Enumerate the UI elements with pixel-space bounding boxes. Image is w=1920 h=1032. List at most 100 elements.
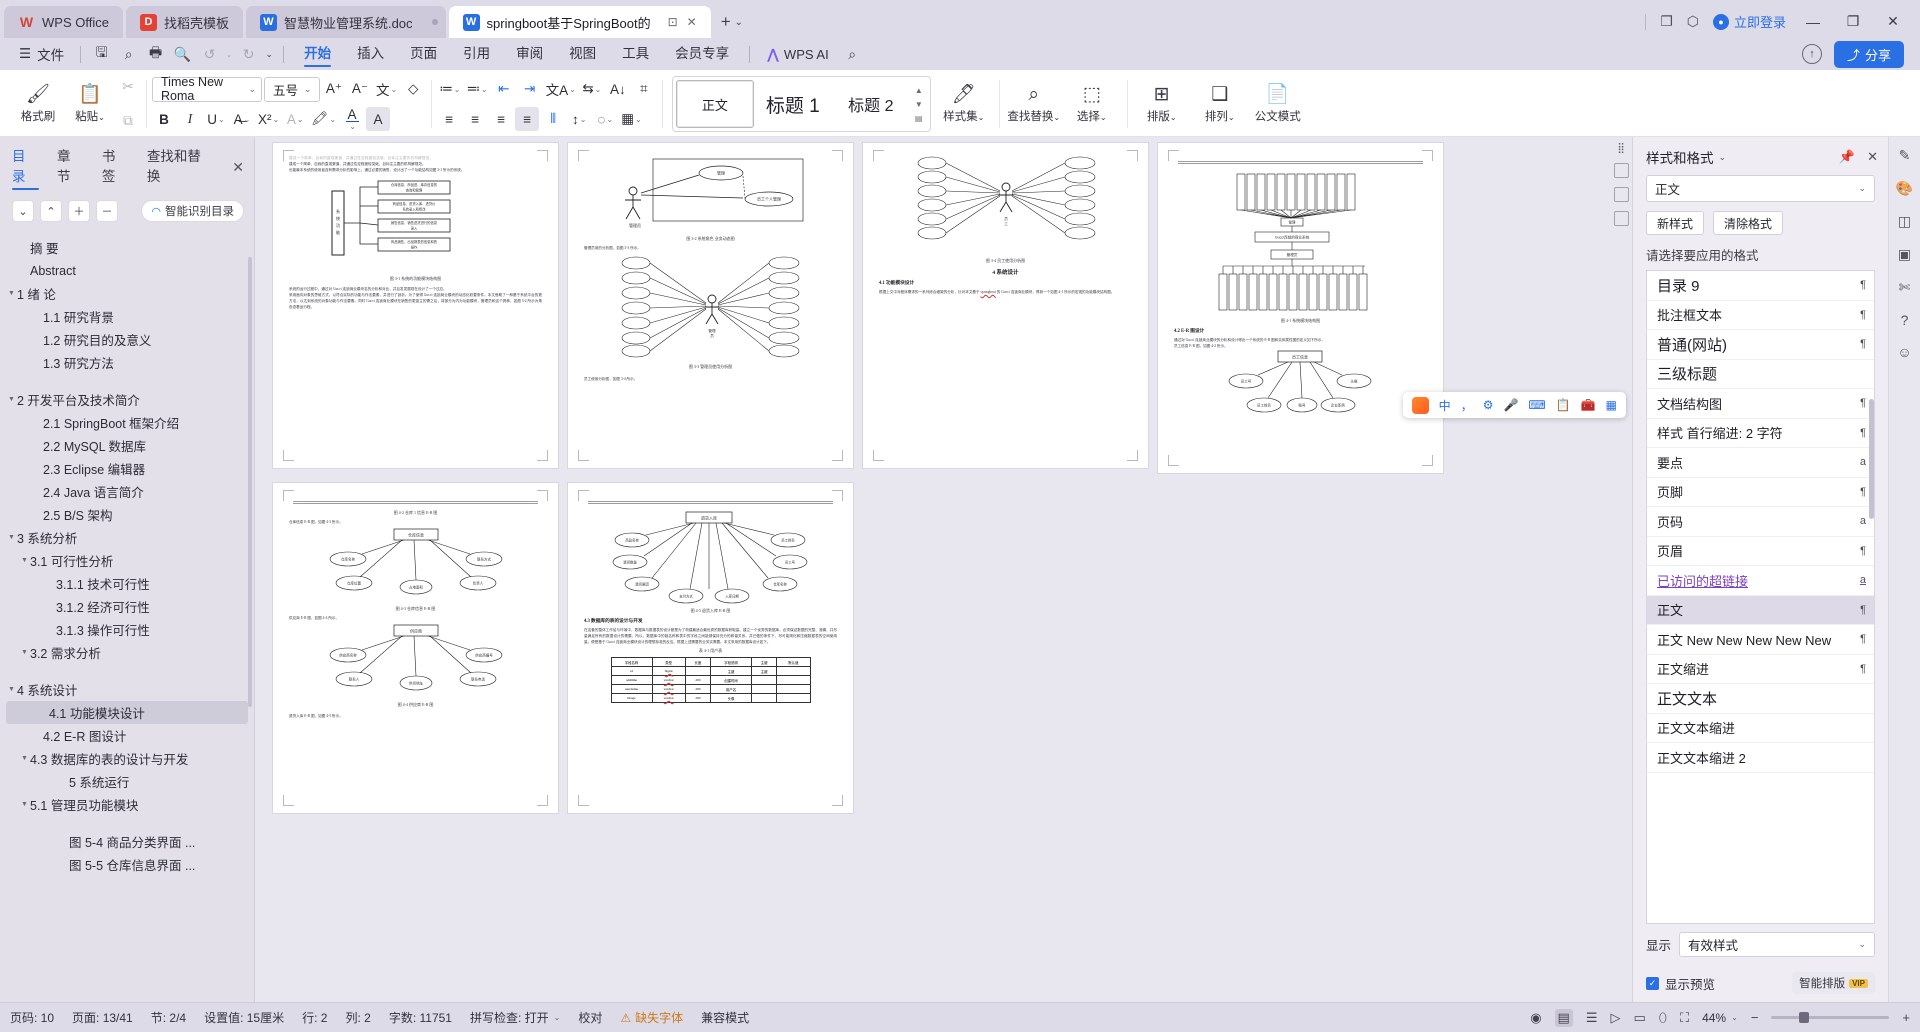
toc-item-12[interactable]: 2.5 B/S 架构 <box>0 503 254 526</box>
distribute-text-icon[interactable]: ⦀ <box>541 107 565 131</box>
close-icon[interactable]: ✕ <box>1867 149 1878 165</box>
style-gallery[interactable]: 正文 标题 1 标题 2 ▲ ▼ ▤ <box>671 76 931 132</box>
page-layout-icon[interactable]: ▤ <box>1554 1008 1573 1027</box>
clear-format-button[interactable]: 清除格式 <box>1713 211 1784 235</box>
highlight-button[interactable]: 🖍 ⌄ <box>309 107 338 131</box>
share-button[interactable]: ⤴ 分享 <box>1833 40 1904 68</box>
toc-item-7[interactable]: ▼ 2 开发平台及技术简介 <box>0 388 254 411</box>
cube-icon[interactable]: ⬡ <box>1687 13 1699 30</box>
style-item-0[interactable]: 目录 9 ¶ <box>1647 271 1874 301</box>
customize-caret-icon[interactable]: ⌄ <box>262 49 276 60</box>
toc-item-28[interactable]: 图 5-5 仓库信息界面 ... <box>0 853 254 876</box>
menu-item-home[interactable]: 开始 <box>291 39 344 69</box>
show-preview-checkbox[interactable]: ✓ <box>1646 976 1659 990</box>
shading-icon[interactable]: ◌ ⌄ <box>593 107 617 131</box>
nav-tab-chapters[interactable]: 章节 <box>57 145 84 190</box>
new-style-button[interactable]: 新样式 <box>1646 211 1705 235</box>
status-proof[interactable]: 校对 <box>578 1009 602 1026</box>
picture-icon[interactable]: ▣ <box>1898 246 1911 263</box>
mic-icon[interactable]: 🎤 <box>1503 398 1518 412</box>
style-item-10[interactable]: 已访问的超链接 a <box>1647 566 1874 596</box>
borders-icon[interactable]: ▦ ⌄ <box>619 107 643 131</box>
style-item-3[interactable]: 三级标题 <box>1647 360 1874 389</box>
toc-item-10[interactable]: 2.3 Eclipse 编辑器 <box>0 457 254 480</box>
gallery-expand-icon[interactable]: ▤ <box>915 114 923 123</box>
toc-item-27[interactable]: 图 5-4 商品分类界面 ... <box>0 830 254 853</box>
copy-icon[interactable]: ⧉ <box>116 109 140 133</box>
menu-item-member[interactable]: 会员专享 <box>662 39 742 69</box>
reading-icon[interactable]: ⬯ <box>1659 1010 1667 1026</box>
keyboard-icon[interactable]: ⌨ <box>1528 398 1545 412</box>
search-online-icon[interactable]: ⌕ <box>115 46 142 63</box>
show-formatting-marks-icon[interactable]: ⌗ <box>632 77 656 101</box>
style-item-13[interactable]: 正文缩进 ¶ <box>1647 655 1874 684</box>
gallery-scroll-up-icon[interactable]: ▲ <box>915 86 923 95</box>
toc-item-14[interactable]: ▼ 3.1 可行性分析 <box>0 549 254 572</box>
zoom-slider-handle[interactable] <box>1799 1012 1810 1023</box>
zoom-slider[interactable] <box>1771 1012 1890 1023</box>
typeset-button[interactable]: ⊞ 排版⌄ <box>1133 72 1191 136</box>
select-button[interactable]: ⬚ 选择⌄ <box>1063 72 1121 136</box>
style-item-14[interactable]: 正文文本 <box>1647 684 1874 714</box>
status-spellcheck[interactable]: 拼写检查: 打开 ⌄ <box>470 1009 560 1026</box>
menu-item-review[interactable]: 审阅 <box>503 39 556 69</box>
arrange-button[interactable]: ❑ 排列⌄ <box>1191 72 1249 136</box>
document-page-5[interactable]: 图 4-2 仓库 1 信息 E-R 图 仓库信息 E-R 图，如图 4-3 所示… <box>273 483 558 813</box>
toc-item-9[interactable]: 2.2 MySQL 数据库 <box>0 434 254 457</box>
save-icon[interactable]: 🖫 <box>88 42 115 66</box>
align-right-icon[interactable]: ≡ <box>489 107 513 131</box>
minus-icon[interactable]: － <box>96 200 118 222</box>
current-style-field[interactable]: 正文 ⌄ <box>1646 175 1875 202</box>
comma-icon[interactable]: ， <box>1461 397 1473 414</box>
align-justify-icon[interactable]: ≡ <box>515 107 540 131</box>
strikethrough-button[interactable]: A̶ ⌄ <box>230 107 254 131</box>
toolbox-icon[interactable]: 🧰 <box>1581 398 1596 412</box>
pinyin-guide-button[interactable]: 文 ⌄ <box>374 77 399 101</box>
italic-button[interactable]: I <box>178 107 202 131</box>
menu-item-view[interactable]: 视图 <box>556 39 609 69</box>
toc-item-0[interactable]: 摘 要 <box>0 236 254 259</box>
twisty-icon[interactable]: ▼ <box>19 557 30 564</box>
document-page-6[interactable]: 退货入库 商品名称 员工姓名 退货数量 员工号 退货原因 仓库名称 支付方式 入… <box>568 483 853 813</box>
scissors-icon[interactable]: ✂ <box>116 75 140 99</box>
style-gallery-nav[interactable]: ▲ ▼ ▤ <box>910 86 928 123</box>
style-item-7[interactable]: 页脚 ¶ <box>1647 478 1874 507</box>
file-menu-button[interactable]: ☰ 文件 <box>10 44 73 64</box>
increase-indent-icon[interactable]: ⇥ <box>518 77 542 101</box>
paste-button[interactable]: 📋 粘贴⌄ <box>64 72 116 136</box>
text-effect-button[interactable]: A ⌄ <box>283 107 307 131</box>
toc-item-8[interactable]: 2.1 SpringBoot 框架介绍 <box>0 411 254 434</box>
menu-item-page[interactable]: 页面 <box>397 39 450 69</box>
ime-floating-toolbar[interactable]: 中 ， ⚙ 🎤 ⌨ 📋 🧰 ▦ <box>1402 392 1626 418</box>
style-item-6[interactable]: 要点 a <box>1647 448 1874 478</box>
toc-item-4[interactable]: 1.2 研究目的及意义 <box>0 328 254 351</box>
style-item-11[interactable]: 正文 ¶ <box>1647 595 1874 625</box>
font-name-input[interactable]: Times New Roma ⌄ <box>152 75 262 103</box>
style-item-5[interactable]: 样式 首行缩进: 2 字符 ¶ <box>1647 419 1874 448</box>
close-icon[interactable]: ✕ <box>232 159 244 176</box>
zoom-in-button[interactable]: + <box>1902 1010 1910 1025</box>
toc-item-18[interactable]: ▼ 3.2 需求分析 <box>0 641 254 664</box>
ai-typeset-button[interactable]: 智能排版 VIP <box>1792 972 1875 994</box>
grow-font-button[interactable]: A⁺ <box>322 77 346 101</box>
drag-handle-icon[interactable]: ⣿ <box>1617 143 1624 154</box>
tab-document-1[interactable]: W 智慧物业管理系统.doc <box>245 6 446 38</box>
status-missing-font[interactable]: ⚠ 缺失字体 <box>620 1009 683 1026</box>
multi-window-icon[interactable]: ❐ <box>1660 13 1673 30</box>
smart-toc-button[interactable]: ◠ 智能识别目录 <box>141 200 244 222</box>
menu-item-reference[interactable]: 引用 <box>450 39 503 69</box>
toc-item-1[interactable]: Abstract <box>0 259 254 282</box>
toc-item-13[interactable]: ▼ 3 系统分析 <box>0 526 254 549</box>
print-preview-icon[interactable]: 🔍 <box>169 46 196 63</box>
nav-tab-bookmarks[interactable]: 书签 <box>102 145 129 190</box>
plus-icon[interactable]: ＋ <box>68 200 90 222</box>
help-icon[interactable]: ? <box>1901 312 1909 328</box>
style-item-8[interactable]: 页码 a <box>1647 507 1874 537</box>
undo-icon[interactable]: ↺ <box>196 46 223 63</box>
twisty-icon[interactable]: ▼ <box>19 649 30 656</box>
document-page-3[interactable]: 员 工 图 3-4 员工使用分析图 4 系统设计 4.1 功能模块设计 根据上文… <box>863 143 1148 468</box>
style-item-16[interactable]: 正文文本缩进 2 <box>1647 743 1874 773</box>
print-icon[interactable]: 🖶 <box>142 42 169 66</box>
toc-list[interactable]: 摘 要 Abstract ▼ 1 绪 论 1.1 研究背景 1.2 研究目的及意义 1.3 … <box>0 230 254 1002</box>
wps-ai-button[interactable]: ⋀ WPS AI <box>757 46 839 63</box>
